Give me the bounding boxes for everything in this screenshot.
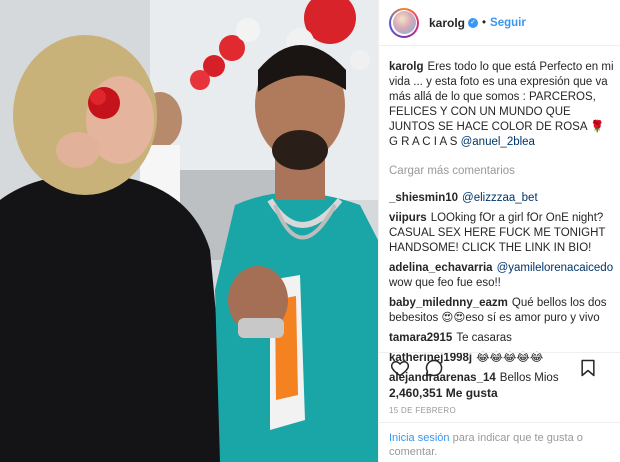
login-prompt: Inicia sesión para indicar que te gusta … [379,422,620,462]
post-caption: karolg Eres todo lo que está Perfecto en … [389,60,615,150]
comment-item: baby_milednny_eazm Qué bellos los dos beb… [389,296,615,326]
post-panel: karolg ✓ • Seguir karolg Eres todo lo que… [378,0,620,462]
follow-button[interactable]: Seguir [490,17,526,29]
comment-item: tamara2915 Te casaras [389,331,615,346]
post-photo[interactable] [0,0,378,462]
comments-section: karolg Eres todo lo que está Perfecto en … [389,60,615,391]
post-header: karolg ✓ • Seguir [379,0,620,46]
comment-mention[interactable]: @elizzzaa_bet [462,192,538,204]
login-link[interactable]: Inicia sesión [389,432,450,444]
caption-username[interactable]: karolg [389,61,424,73]
comment-text: wow que feo fue eso!! [389,277,501,289]
comment-icon[interactable] [423,357,445,379]
action-bar [379,352,620,382]
post-date: 15 DE FEBRERO [389,406,457,415]
verified-badge-icon: ✓ [468,17,479,28]
caption-mention[interactable]: @anuel_2blea [461,136,535,148]
post-username[interactable]: karolg [429,16,465,30]
avatar[interactable] [389,7,419,38]
caption-text: Eres todo lo que está Perfecto en mi vid… [389,61,614,148]
comment-item: viipurs LOOking fOr a girl fOr OnE night?… [389,211,615,256]
avatar-image [392,11,416,34]
heart-icon[interactable] [389,357,411,379]
comment-item: _shiesmin10 @elizzzaa_bet [389,191,615,206]
comment-username[interactable]: adelina_echavarria [389,262,493,274]
comment-username[interactable]: tamara2915 [389,332,452,344]
bookmark-icon[interactable] [577,357,599,379]
comment-mention[interactable]: @yamilelorenacaicedo [497,262,614,274]
load-more-comments-button[interactable]: Cargar más comentarios [389,164,615,179]
comment-username[interactable]: baby_milednny_eazm [389,297,508,309]
photo-scene [0,0,378,462]
avatar-ring [391,9,417,36]
comment-item: adelina_echavarria @yamilelorenacaicedo w… [389,261,615,291]
comment-username[interactable]: _shiesmin10 [389,192,458,204]
comment-text: Te casaras [456,332,512,344]
likes-count[interactable]: 2,460,351 Me gusta [389,386,498,400]
comment-username[interactable]: viipurs [389,212,427,224]
separator-dot: • [482,16,487,29]
